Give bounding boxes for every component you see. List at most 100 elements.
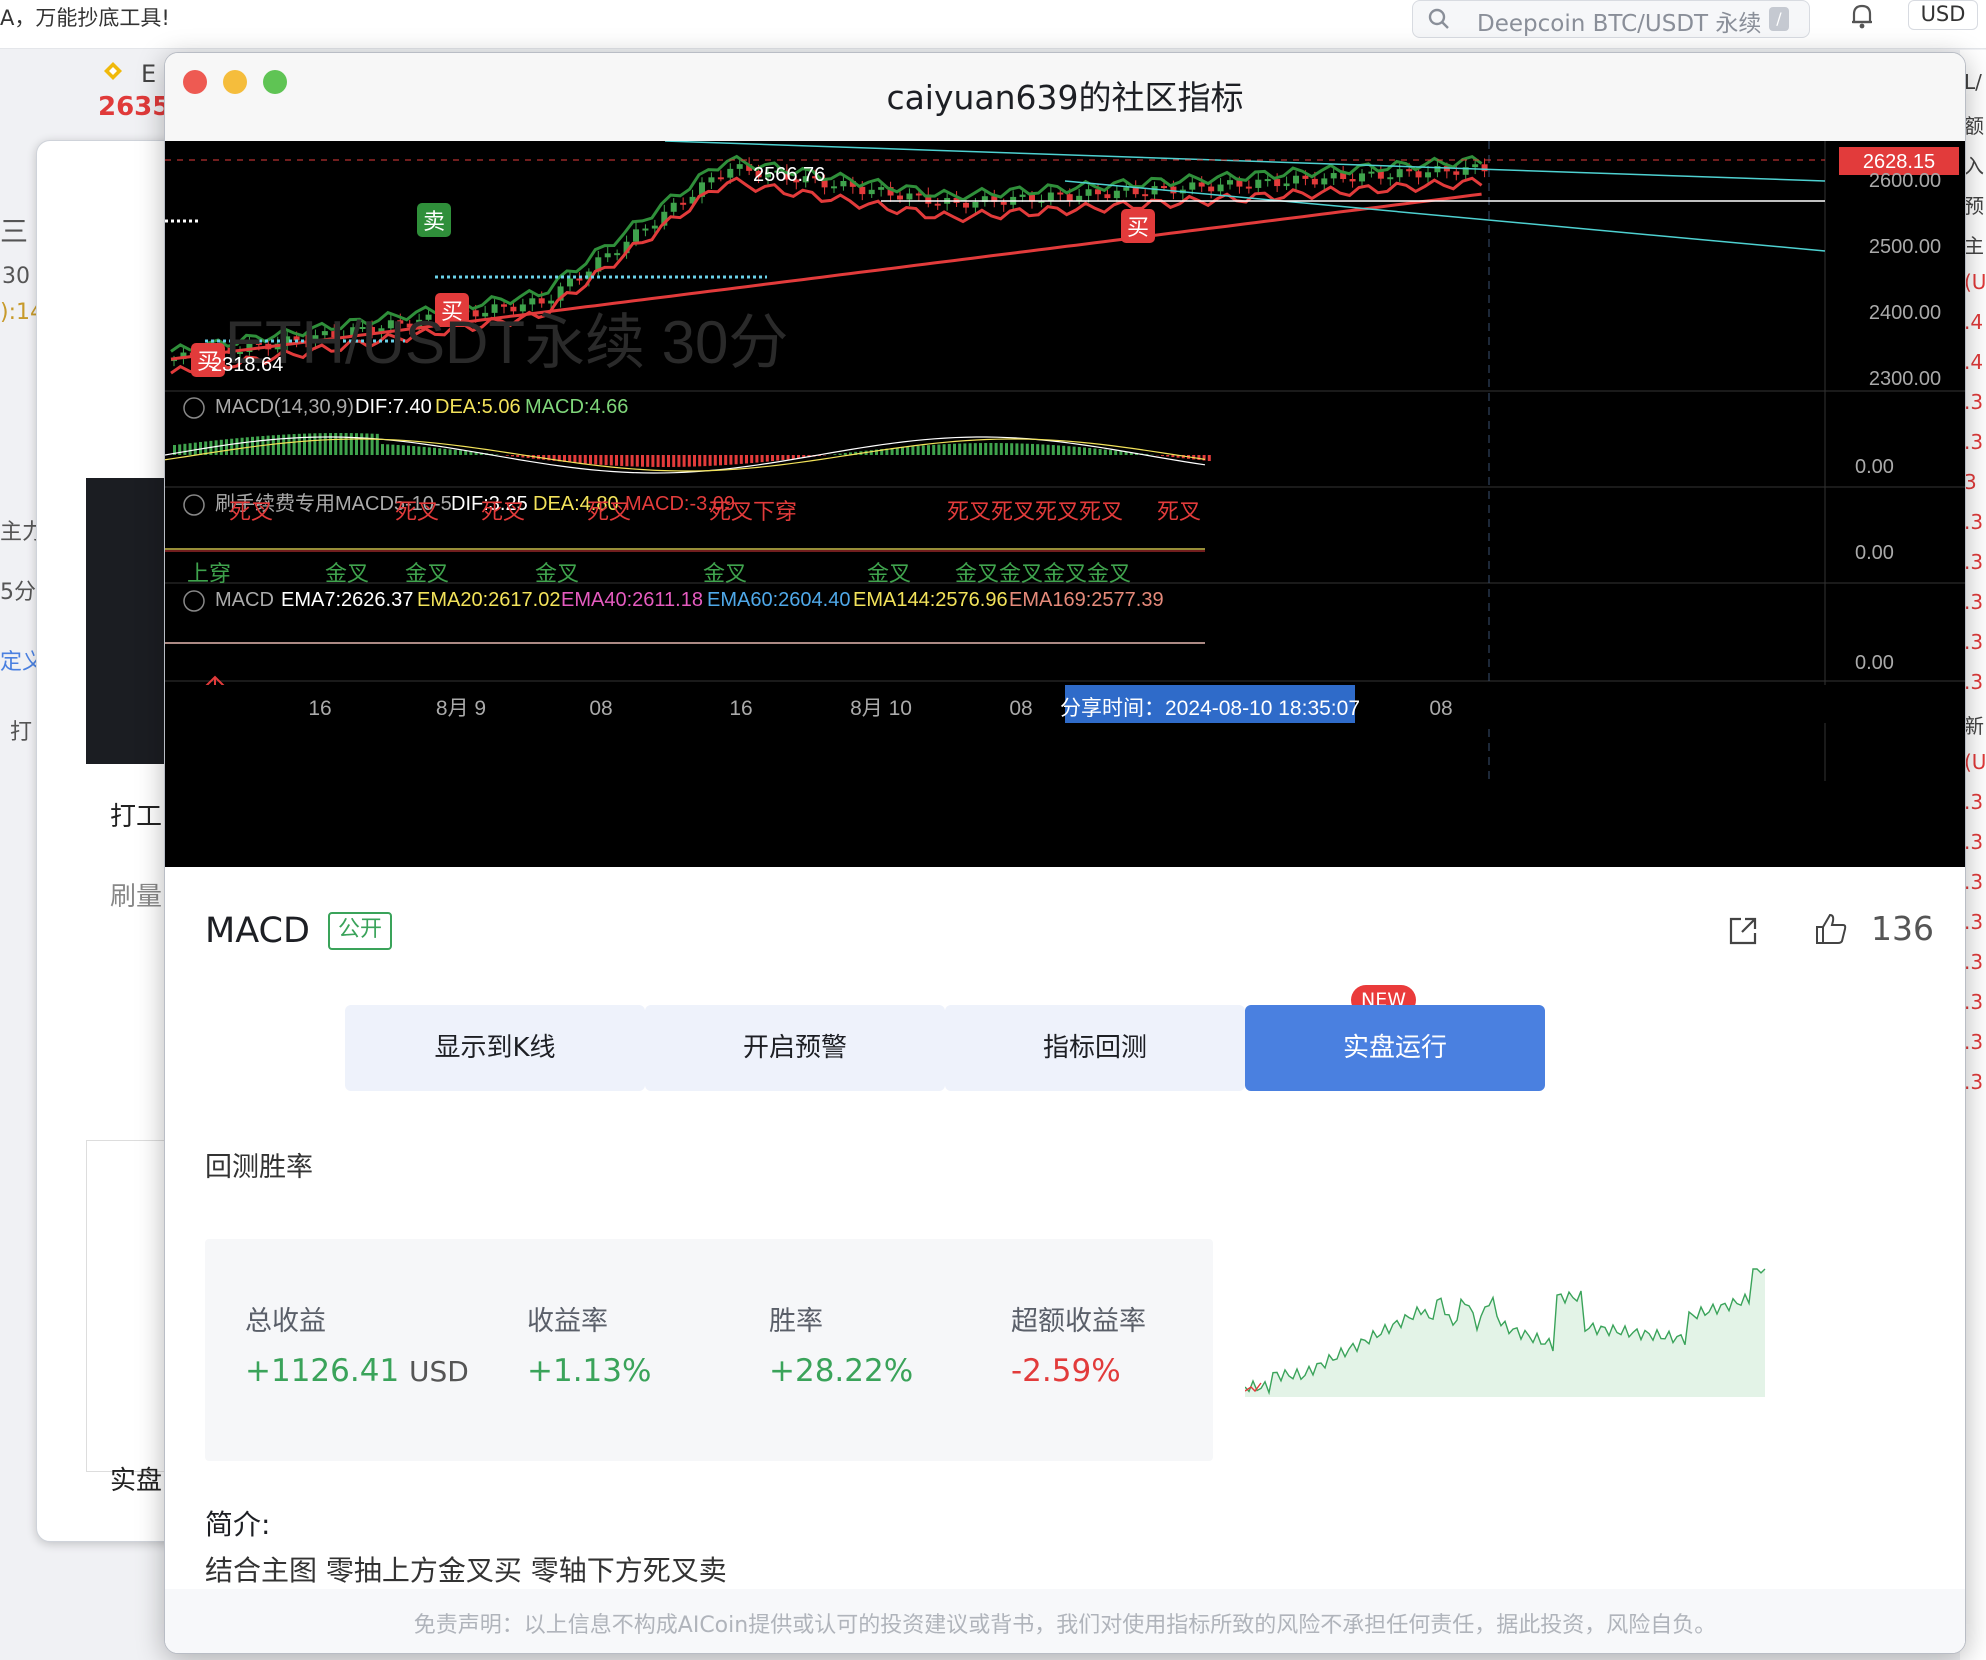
time-axis-label: 16 (729, 697, 752, 720)
signal-badge-label: 卖 (423, 209, 445, 234)
candle-body (1406, 169, 1413, 172)
candle-body (651, 225, 658, 229)
candle-body (972, 201, 979, 208)
ema7-label: EMA7:2626.37 (281, 589, 413, 611)
macd-histogram-bar (755, 455, 759, 463)
enable-alert-button[interactable]: 开启预警 (645, 1005, 945, 1091)
macd-histogram-bar (297, 433, 301, 455)
time-axis-label: 08 (589, 697, 612, 720)
macd-histogram-bar (1072, 446, 1076, 455)
macd-histogram-bar (672, 455, 676, 467)
backtest-button[interactable]: 指标回测 (945, 1005, 1245, 1091)
macd-histogram-bar (235, 438, 239, 455)
candle-body (670, 202, 677, 212)
macd-histogram-bar (417, 446, 421, 455)
macd-histogram-bar (339, 433, 343, 455)
candle-body (1359, 173, 1365, 182)
macd3-name: MACD (215, 589, 274, 611)
macd-histogram-bar (433, 447, 436, 455)
macd-histogram-bar (1057, 445, 1060, 455)
currency-selector[interactable]: USD (1908, 0, 1978, 30)
candle-body (1057, 192, 1064, 195)
macd-histogram-bar (968, 443, 972, 455)
macd-histogram-bar (994, 443, 998, 455)
macd-histogram-bar (916, 445, 920, 455)
macd-histogram-bar (1005, 443, 1008, 455)
candle-body (614, 253, 621, 256)
candle-body (1227, 180, 1233, 185)
macd-histogram-bar (329, 433, 332, 455)
macd-histogram-bar (287, 434, 291, 455)
indicator-thumbnail[interactable] (86, 478, 170, 764)
candle-body (642, 228, 649, 231)
macd-histogram-bar (1171, 455, 1175, 458)
candle-body (1283, 183, 1290, 187)
bg-right-fragment: (U (1964, 270, 1986, 294)
kline-chart-canvas: ETH/USDT永续 30分 2600.00 2500.00 2400.00 2300.… (165, 141, 1965, 781)
stat-value: +1.13% (527, 1353, 652, 1389)
backtest-stats: 总收益 +1126.41 USD 收益率 +1.13% 胜率 +28.22% 超… (205, 1239, 1213, 1461)
indicator-thumbnail[interactable] (86, 1140, 172, 1472)
candle-body (1349, 179, 1356, 182)
macd-histogram-bar (698, 455, 702, 467)
share-icon[interactable] (1727, 915, 1759, 947)
candle-body (1481, 164, 1488, 172)
bg-right-fragment: (U (1964, 750, 1986, 774)
bg-right-fragment: 新 (1964, 714, 1984, 738)
macd-histogram-bar (687, 455, 691, 467)
macd-histogram-bar (677, 455, 681, 467)
macd-histogram-bar (1036, 444, 1040, 455)
background-search-input[interactable]: Deepcoin BTC/USDT 永续 / (1412, 0, 1810, 38)
stat-label: 总收益 (245, 1306, 326, 1337)
indicator-info-panel: MACD 公开 136 显示到K线 开启预警 指标回测 NEW 实盘运行 回测胜… (165, 867, 1965, 1653)
macd-histogram-bar (193, 442, 197, 455)
death-cross-label: 死叉下穿 (709, 499, 797, 524)
candle-body (1161, 186, 1167, 189)
macd3-zero-label: 0.00 (1855, 652, 1894, 674)
stat-label: 超额收益率 (1011, 1306, 1146, 1337)
macd-histogram-bar (911, 446, 915, 455)
indicator-modal: caiyuan639的社区指标 ETH/USDT永续 30分 2600.00 250… (164, 52, 1966, 1654)
macd-histogram-bar (1119, 451, 1123, 455)
macd-histogram-bar (1109, 450, 1112, 455)
indicator-name: MACD (205, 911, 310, 951)
search-icon (1428, 8, 1449, 29)
macd-histogram-bar (989, 443, 993, 455)
kline-chart[interactable]: ETH/USDT永续 30分 2600.00 2500.00 2400.00 2300.… (165, 141, 1965, 867)
death-cross-label: 死叉 (229, 499, 273, 524)
candle-body (1151, 186, 1158, 195)
macd-histogram-bar (906, 446, 910, 455)
macd-histogram-bar (625, 455, 629, 467)
candle-body (1255, 179, 1262, 188)
death-cross-label: 死叉死叉死叉死叉 (947, 499, 1123, 524)
macd-histogram-bar (1114, 450, 1118, 455)
bell-icon[interactable] (1846, 0, 1878, 32)
collapse-icon (183, 397, 205, 419)
show-on-kline-button[interactable]: 显示到K线 (345, 1005, 645, 1091)
bg-right-fragment: .3 (1964, 590, 1984, 614)
macd-histogram-bar (947, 443, 951, 455)
macd-histogram-bar (942, 444, 946, 455)
thumbs-up-icon[interactable] (1813, 911, 1849, 947)
candle-body (859, 186, 866, 195)
macd-histogram-bar (745, 455, 748, 464)
bg-fragment: 三 (0, 215, 29, 248)
candle-body (1330, 173, 1337, 179)
candle-body (736, 164, 743, 169)
share-time-label: 分享时间：2024-08-10 18:35:07 (1060, 697, 1360, 720)
bg-right-fragment: .3 (1964, 830, 1984, 854)
macd-histogram-bar (765, 455, 769, 462)
candle-body (963, 202, 969, 208)
macd-histogram-bar (277, 434, 280, 455)
ema20-label: EMA20:2617.02 (417, 589, 560, 611)
candle-body (1472, 164, 1479, 168)
golden-cross-label: 金叉 (325, 561, 369, 586)
search-shortcut-key: / (1769, 7, 1789, 31)
candle-body (1123, 187, 1130, 191)
macd-histogram-bar (771, 455, 774, 462)
candle-body (1047, 192, 1054, 201)
macd-histogram-bar (713, 455, 717, 466)
bg-right-fragment: .3 (1964, 950, 1984, 974)
signal-badge-label: 买 (197, 349, 219, 374)
live-run-button[interactable]: 实盘运行 (1245, 1005, 1545, 1091)
